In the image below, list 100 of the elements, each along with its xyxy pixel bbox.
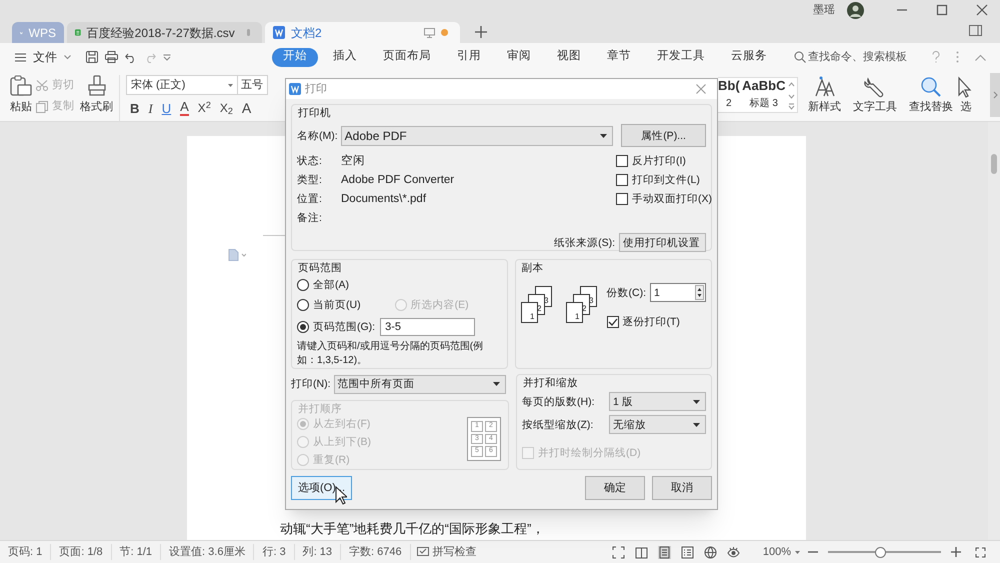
new-style-button[interactable]: 新样式 — [806, 71, 843, 121]
scale-select[interactable]: 无缩放 — [609, 415, 706, 434]
style-preview[interactable]: Bb( 2 — [718, 78, 740, 112]
printer-select[interactable]: Adobe PDF — [340, 126, 614, 146]
underline-button[interactable]: U — [162, 102, 172, 114]
status-item: 页码: 1 — [0, 544, 52, 560]
monitor-icon — [424, 28, 435, 38]
checkbox[interactable] — [616, 193, 628, 205]
clipboard-icon — [10, 75, 32, 97]
font-select[interactable]: 宋体 (正文) — [126, 75, 238, 95]
maximize-icon[interactable] — [936, 4, 948, 16]
ribbon-tab[interactable]: 审阅 — [496, 48, 542, 66]
ribbon-tab[interactable]: 引用 — [446, 48, 492, 66]
paper-source-select[interactable]: 使用打印机设置 — [619, 233, 706, 252]
outline-icon[interactable] — [680, 546, 694, 558]
book-icon[interactable] — [634, 546, 648, 558]
ribbon-tab[interactable]: 云服务 — [720, 48, 778, 66]
globe-icon[interactable] — [704, 546, 717, 558]
page-range-field[interactable]: 3-5 — [380, 318, 476, 336]
print-select[interactable]: 范围中所有页面 — [334, 374, 506, 394]
field-label: 位置: — [297, 192, 323, 206]
dialog-title: 打印 — [305, 82, 327, 97]
undo-icon[interactable] — [125, 52, 137, 62]
scrollbar[interactable] — [988, 122, 1000, 540]
scrollbar-thumb[interactable] — [991, 154, 997, 174]
sidebar-icon[interactable] — [969, 25, 982, 36]
app-icon — [289, 83, 301, 95]
save-icon[interactable] — [86, 51, 98, 63]
ribbon-tab[interactable]: 开发工具 — [646, 48, 716, 66]
field-label: 份数(C): — [606, 286, 646, 300]
field-value: Documents\*.pdf — [341, 192, 426, 206]
field-label: 状态: — [297, 154, 323, 168]
gallery-scroll-icon[interactable] — [788, 80, 795, 110]
status-item: 设置值: 3.6厘米 — [161, 544, 254, 560]
font-size-select[interactable]: 五号 — [238, 75, 268, 95]
spell-check-button[interactable]: 拼写检查 — [410, 544, 483, 560]
checkbox-label: 并打时绘制分隔线(D) — [538, 446, 641, 460]
caret-icon — [693, 422, 700, 426]
group-label: 页码范围 — [297, 261, 343, 275]
file-menu[interactable]: 文件 — [33, 48, 57, 66]
page-view-icon[interactable] — [658, 546, 671, 558]
magnifier-icon — [920, 76, 942, 98]
italic-button[interactable]: I — [148, 102, 153, 114]
zoom-in-icon[interactable] — [951, 547, 961, 557]
print-icon[interactable] — [105, 51, 118, 63]
ribbon-tab[interactable]: 页面布局 — [372, 48, 442, 66]
search-field[interactable]: 查找命令、搜索模板 — [794, 48, 916, 66]
hint-text: 请键入页码和/或用逗号分隔的页码范围(例如：1,3,5-12)。 — [297, 340, 484, 368]
fullscreen-icon[interactable] — [612, 546, 625, 558]
radio-label: 当前页(U) — [313, 298, 361, 312]
ribbon-tab[interactable]: 视图 — [546, 48, 592, 66]
copies-spinner[interactable]: 1 — [650, 283, 706, 302]
menu-icon[interactable] — [15, 52, 26, 62]
group-label: 并打和缩放 — [522, 376, 579, 390]
eye-icon[interactable] — [726, 546, 740, 558]
spin-arrows-icon[interactable] — [695, 285, 704, 300]
effect-button[interactable]: A — [242, 101, 252, 115]
radio-button[interactable] — [297, 321, 309, 333]
collapse-icon[interactable] — [975, 54, 986, 60]
status-item: 字数: 6746 — [341, 544, 411, 560]
fit-icon[interactable] — [975, 546, 986, 558]
subscript-button[interactable]: X$_{2}$ — [220, 102, 233, 114]
zoom-slider[interactable] — [828, 546, 941, 558]
paintbrush-icon — [86, 75, 108, 97]
close-icon[interactable] — [976, 4, 988, 16]
style-preview[interactable]: AaBbC 标题 3 — [740, 78, 788, 112]
format-painter-button[interactable]: 格式刷 — [80, 75, 113, 121]
plus-icon[interactable] — [475, 26, 487, 38]
group-label: 打印机 — [297, 106, 332, 120]
paste-button[interactable]: 粘贴 — [10, 75, 32, 121]
text-tools-button[interactable]: 文字工具 — [851, 71, 899, 121]
search-icon — [794, 51, 806, 63]
field-label: 纸张来源(S): — [554, 236, 615, 250]
checkbox[interactable] — [616, 174, 628, 186]
bold-button[interactable]: B — [130, 102, 140, 114]
status-item: 行: 3 — [254, 544, 295, 560]
cancel-button[interactable]: 取消 — [652, 476, 712, 500]
wrench-icon — [864, 76, 886, 98]
checkbox[interactable] — [606, 316, 618, 328]
zoom-select[interactable]: 100% — [762, 544, 791, 560]
find-replace-button[interactable]: 查找替换 — [907, 71, 955, 121]
ribbon-tab[interactable]: 章节 — [596, 48, 642, 66]
select-button[interactable]: 选 — [959, 71, 973, 121]
slider-thumb[interactable] — [874, 546, 886, 558]
close-icon[interactable] — [696, 84, 706, 94]
ribbon-tab[interactable]: 插入 — [322, 48, 368, 66]
ribbon-tab[interactable]: 开始 — [272, 48, 318, 66]
properties-button[interactable]: 属性(P)... — [621, 124, 706, 147]
pages-per-sheet-select[interactable]: 1 版 — [609, 392, 706, 411]
ok-button[interactable]: 确定 — [585, 476, 645, 500]
radio-button[interactable] — [297, 279, 309, 291]
radio-button[interactable] — [297, 299, 309, 311]
document-tab[interactable]: 百度经验2018-7-27数据.csv — [67, 22, 262, 43]
font-color-button[interactable]: A — [180, 100, 189, 116]
customize-icon[interactable] — [163, 54, 171, 60]
superscript-button[interactable]: X$^{2}$ — [198, 102, 211, 114]
radio-label: 从左到右(F) — [313, 417, 370, 431]
document-tab[interactable]: 文档2 — [265, 22, 460, 43]
status-item: 页面: 1/8 — [51, 544, 112, 560]
checkbox[interactable] — [616, 155, 628, 167]
